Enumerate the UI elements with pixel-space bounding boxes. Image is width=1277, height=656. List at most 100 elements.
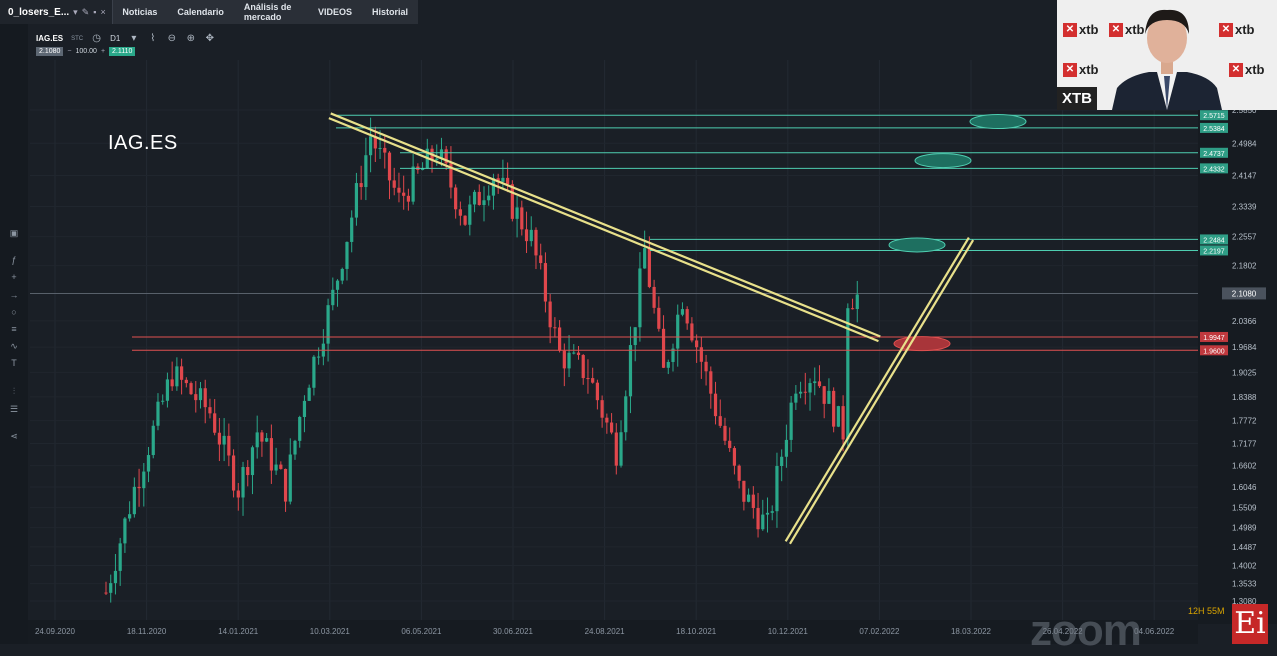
candle-body	[113, 570, 118, 584]
candle-body	[317, 356, 321, 358]
candle-body	[170, 379, 174, 387]
candle-body	[151, 425, 155, 456]
candle-body	[269, 438, 273, 471]
tab-historial[interactable]: Historial	[362, 0, 418, 24]
timeframe-select[interactable]: D1	[110, 34, 120, 43]
edit-icon[interactable]: ✎	[82, 7, 90, 18]
candle-body	[524, 229, 529, 242]
candle-body	[194, 394, 198, 401]
workspace-tab[interactable]: 0_losers_E... ▾ ✎ ▪ ×	[0, 0, 112, 24]
circle-tool-icon[interactable]: ○	[6, 306, 22, 318]
channel-tool-icon[interactable]: ≡	[6, 323, 22, 335]
chevron-down-icon[interactable]: ▾	[128, 33, 139, 44]
y-tick-label: 1.6046	[1232, 483, 1257, 492]
instrument-type: STC	[71, 35, 84, 42]
zoom-in-icon[interactable]: ⊕	[185, 33, 196, 44]
candle-body	[109, 583, 113, 593]
candle-body	[609, 422, 614, 433]
zoom-out-icon[interactable]: ⊖	[166, 33, 177, 44]
price-level-label: 2.5715	[1203, 113, 1225, 120]
candle-body	[595, 382, 599, 401]
crosshair-icon[interactable]: +	[6, 271, 22, 283]
tab-videos[interactable]: VIDEOS	[308, 0, 362, 24]
candle-body	[515, 207, 519, 219]
symbol-label[interactable]: IAG.ES	[36, 34, 63, 43]
candle-body	[302, 400, 307, 417]
candle-body	[298, 416, 302, 441]
plot-area	[28, 24, 1198, 624]
candle-body	[699, 347, 703, 362]
line-tool-icon[interactable]: →	[6, 289, 22, 301]
price-zone-marker[interactable]	[969, 114, 1027, 130]
y-tick-label: 2.1802	[1232, 262, 1257, 271]
candle-body	[246, 467, 250, 476]
chevron-down-icon[interactable]: ▾	[73, 7, 78, 18]
chart-toolbar: IAG.ES STC ◷ D1 ▾ ⌇ ⊖ ⊕ ✥	[36, 33, 215, 44]
x-tick-label: 30.06.2021	[493, 627, 534, 636]
indicators-icon[interactable]: ⫶	[6, 385, 22, 397]
candle-body	[798, 391, 803, 394]
candle-body	[156, 401, 160, 426]
x-tick-label: 14.01.2021	[218, 627, 259, 636]
text-tool-icon[interactable]: T	[6, 357, 22, 369]
plus-icon[interactable]: +	[101, 48, 105, 55]
candle-body	[180, 366, 184, 380]
candle-body	[354, 183, 359, 218]
candle-body	[468, 204, 472, 225]
candle-body	[118, 543, 122, 571]
candle-body	[761, 514, 765, 530]
candle-body	[520, 207, 524, 230]
candle-body	[312, 356, 316, 388]
move-icon[interactable]: ✥	[204, 33, 215, 44]
minus-icon[interactable]: −	[67, 48, 71, 55]
candle-body	[387, 152, 392, 181]
x-tick-label: 18.03.2022	[951, 627, 992, 636]
candle-body	[279, 464, 283, 469]
ask-button[interactable]: 2.1110	[109, 47, 136, 56]
share-icon[interactable]: ⋖	[6, 430, 22, 442]
y-tick-label: 2.4984	[1232, 139, 1257, 148]
tab-analisis[interactable]: Análisis de mercado	[234, 0, 308, 24]
candle-body	[633, 327, 637, 346]
stack-icon[interactable]: ☰	[6, 403, 22, 415]
price-zone-marker[interactable]	[914, 153, 972, 169]
candle-body	[340, 268, 344, 281]
candle-body	[850, 308, 855, 310]
candle-body	[501, 177, 505, 182]
candle-body	[780, 456, 784, 466]
volume-input[interactable]: 100.00	[76, 48, 97, 55]
price-level-label: 1.9947	[1203, 335, 1225, 342]
candle-body	[477, 191, 481, 206]
candle-body	[558, 327, 562, 351]
function-icon[interactable]: ƒ	[6, 254, 22, 266]
candle-body	[591, 378, 595, 383]
price-zone-marker[interactable]	[888, 237, 946, 253]
y-tick-label: 2.3339	[1232, 203, 1257, 212]
indicator-icon[interactable]: ⌇	[147, 33, 158, 44]
fibonacci-icon[interactable]: ∿	[6, 340, 22, 352]
candle-body	[189, 383, 193, 395]
drawing-toolbar: ▣ ƒ + → ○ ≡ ∿ T ⫶ ☰ ⋖	[0, 24, 28, 644]
candle-body	[510, 184, 514, 219]
candle-body	[619, 432, 623, 466]
bid-button[interactable]: 2.1080	[36, 47, 64, 56]
close-icon[interactable]: ×	[100, 7, 105, 17]
candle-body	[680, 309, 685, 315]
candle-body	[472, 191, 477, 205]
candle-body	[326, 305, 330, 344]
tab-noticias[interactable]: Noticias	[112, 0, 167, 24]
tab-calendario[interactable]: Calendario	[167, 0, 234, 24]
candle-body	[713, 393, 718, 417]
candle-body	[685, 309, 689, 324]
candle-body	[586, 378, 590, 380]
candle-body	[142, 471, 146, 489]
copy-icon[interactable]: ▪	[93, 7, 96, 17]
layers-icon[interactable]: ▣	[6, 227, 22, 239]
clock-icon[interactable]: ◷	[91, 33, 102, 44]
candle-body	[567, 352, 571, 369]
candle-body	[827, 390, 831, 404]
candle-body	[794, 393, 798, 403]
candle-body	[350, 217, 354, 242]
candle-body	[406, 195, 410, 202]
y-tick-label: 1.4989	[1232, 524, 1257, 533]
